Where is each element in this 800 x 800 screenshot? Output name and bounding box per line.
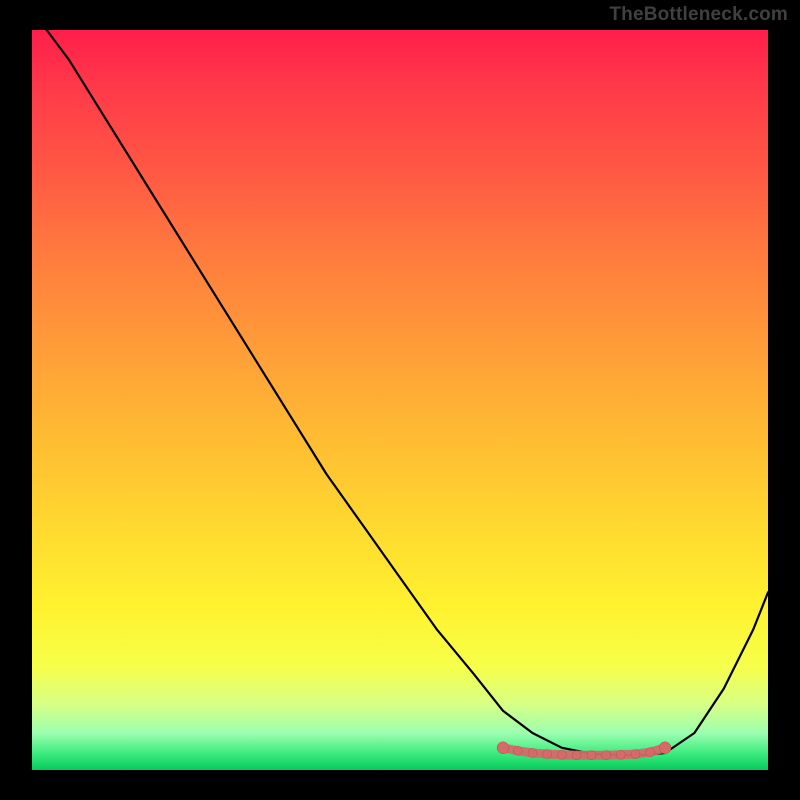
optimal-range-marker (616, 750, 625, 759)
optimal-range-marker (513, 746, 522, 755)
optimal-range-marker (646, 748, 655, 757)
chart-root: TheBottleneck.com (0, 0, 800, 800)
optimal-range-marker (602, 751, 611, 760)
optimal-range-marker (659, 742, 671, 754)
watermark-text: TheBottleneck.com (609, 4, 788, 26)
optimal-range-marker (497, 742, 509, 754)
plot-area (32, 30, 768, 770)
optimal-range-marker (557, 750, 566, 759)
optimal-range-band (503, 748, 665, 755)
chart-svg (32, 30, 768, 770)
optimal-range-markers (497, 742, 671, 760)
optimal-range-marker (528, 749, 537, 758)
optimal-range-marker (543, 750, 552, 759)
bottleneck-curve-line (47, 30, 768, 755)
optimal-range-marker (572, 751, 581, 760)
optimal-range-marker (631, 750, 640, 759)
optimal-range-marker (587, 751, 596, 760)
